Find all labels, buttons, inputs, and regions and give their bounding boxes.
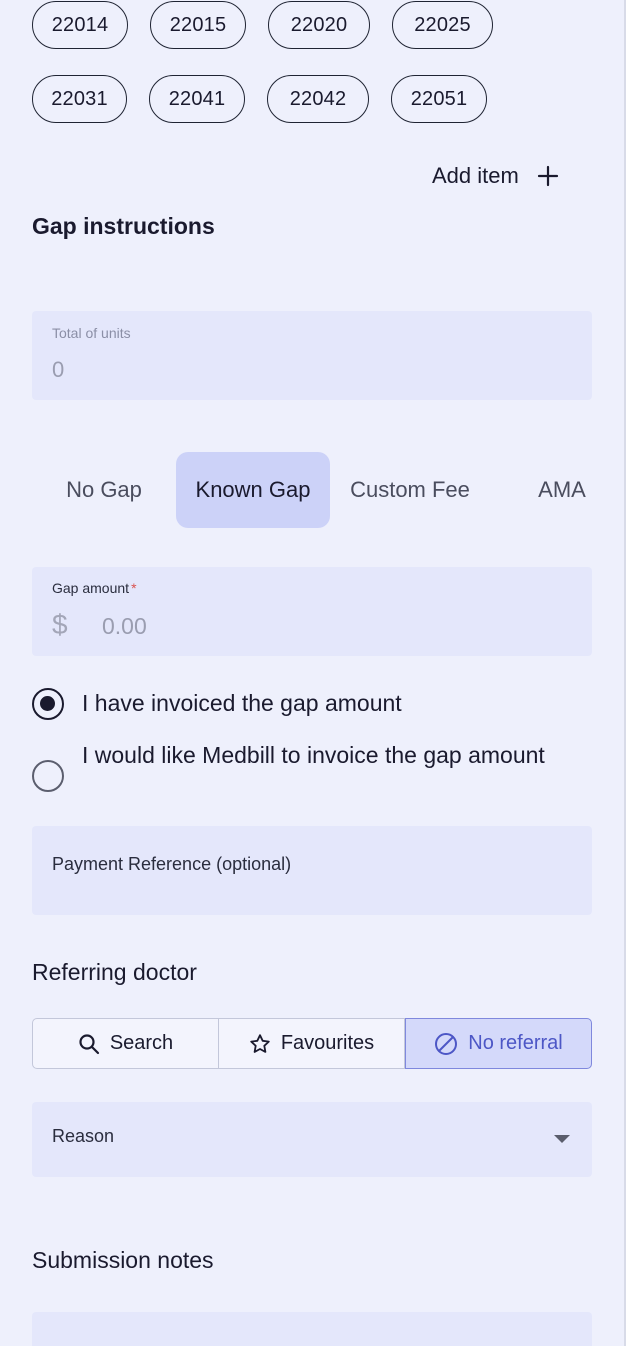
gap-amount-field[interactable]: Gap amount * $ 0.00 [32,567,592,656]
required-mark: * [131,580,137,596]
caret-down-icon [554,1135,570,1143]
total-units-value: 0 [52,357,65,382]
add-item-button[interactable]: Add item [432,156,559,196]
radio-button-checked[interactable] [32,688,64,720]
search-referral-button[interactable]: Search [32,1018,219,1069]
total-units-label: Total of units [52,325,131,341]
favourites-button[interactable]: Favourites [219,1018,405,1069]
gap-amount-label: Gap amount * [52,580,137,596]
tab-custom-fee[interactable]: Custom Fee [330,452,490,528]
gap-type-tabs: No Gap Known Gap Custom Fee AMA [32,452,592,528]
item-code-chip[interactable]: 22015 [150,1,246,49]
reason-dropdown[interactable]: Reason [32,1102,592,1177]
submission-notes-title: Submission notes [32,1247,214,1273]
tab-ama[interactable]: AMA [514,452,610,528]
no-referral-label: No referral [468,1032,563,1054]
tab-known-gap[interactable]: Known Gap [176,452,330,528]
gap-instructions-title: Gap instructions [32,213,215,239]
total-units-field[interactable]: Total of units 0 [32,311,592,400]
star-icon [249,1033,271,1055]
no-referral-button[interactable]: No referral [405,1018,592,1069]
item-code-chip[interactable]: 22042 [267,75,369,123]
search-icon [78,1033,100,1055]
reason-placeholder: Reason [52,1126,115,1146]
submission-notes-field[interactable] [32,1312,592,1346]
invoice-option-label: I would like Medbill to invoice the gap … [82,742,545,768]
gap-amount-input[interactable]: 0.00 [102,613,147,640]
item-code-chip[interactable]: 22031 [32,75,127,123]
favourites-label: Favourites [280,1032,375,1054]
payment-reference-placeholder: Payment Reference (optional) [52,854,292,874]
tab-no-gap[interactable]: No Gap [32,452,176,528]
dollar-icon: $ [52,609,68,640]
no-entry-icon [434,1032,458,1056]
gap-amount-label-text: Gap amount [52,580,130,596]
item-code-chip[interactable]: 22014 [32,1,128,49]
item-code-chip[interactable]: 22051 [391,75,487,123]
add-item-label: Add item [432,163,519,188]
invoice-option-medbill[interactable]: I would like Medbill to invoice the gap … [32,736,552,792]
item-code-chip[interactable]: 22041 [149,75,245,123]
item-code-chip[interactable]: 22020 [268,1,370,49]
item-code-chip[interactable]: 22025 [392,1,493,49]
referral-segmented-control: Search Favourites No referral [32,1018,592,1069]
invoice-option-invoiced[interactable]: I have invoiced the gap amount [32,684,402,723]
radio-button[interactable] [32,760,64,792]
referring-doctor-title: Referring doctor [32,959,197,985]
plus-icon [537,165,559,187]
payment-reference-field[interactable]: Payment Reference (optional) [32,826,592,915]
invoice-option-label: I have invoiced the gap amount [82,690,402,716]
search-label: Search [109,1032,174,1054]
